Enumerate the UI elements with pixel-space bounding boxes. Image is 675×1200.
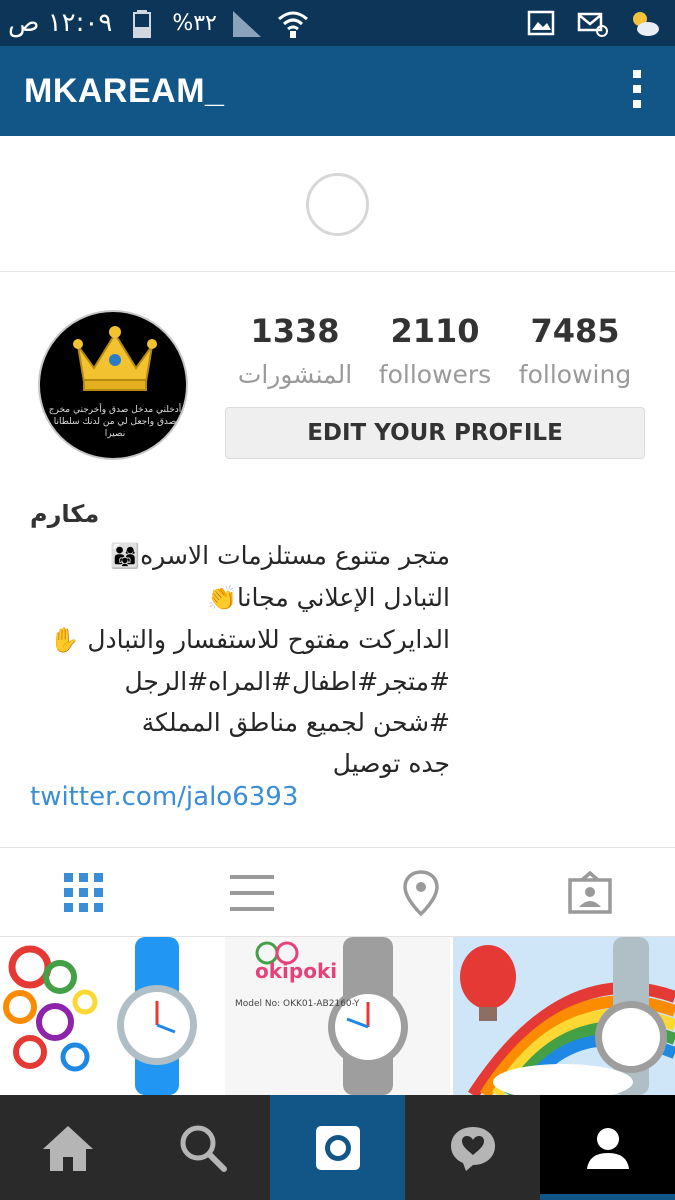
crown-icon	[73, 326, 157, 391]
photo-grid: okipoki Model No: OKK01-AB2160-Y	[0, 937, 675, 1095]
tab-location[interactable]	[337, 848, 505, 938]
status-bar-right	[525, 6, 661, 40]
loading-area	[0, 136, 675, 272]
photo-thumbnail[interactable]	[453, 937, 675, 1095]
active-tab-indicator	[540, 1194, 675, 1200]
grid-icon	[64, 873, 103, 912]
profile-stats: 1338 المنشورات 2110 followers 7485 follo…	[225, 312, 645, 402]
clap-emoji-icon: 👏	[207, 584, 237, 612]
bottom-navigation	[0, 1095, 675, 1200]
camera-icon	[315, 1125, 360, 1170]
home-icon	[42, 1125, 93, 1171]
app-bar: MKAREAM_	[0, 46, 675, 136]
followers-label: followers	[378, 360, 492, 389]
profile-bio: متجر متنوع مستلزمات الاسره👨‍👩‍👧 التبادل …	[30, 535, 450, 784]
gallery-icon	[527, 10, 555, 36]
bio-line: #متجر#اطفال#المراه#الرجل	[124, 667, 450, 696]
overflow-menu-icon[interactable]	[627, 70, 647, 112]
nav-activity[interactable]	[405, 1095, 540, 1200]
profile-icon	[586, 1127, 629, 1169]
email-notification-icon	[577, 12, 608, 37]
profile-tabs	[0, 847, 675, 937]
activity-icon	[450, 1126, 495, 1171]
photo-thumbnail[interactable]: okipoki Model No: OKK01-AB2160-Y	[225, 937, 450, 1095]
status-bar-left: ١٢:٠٩ ص %٣٢	[8, 6, 309, 40]
signal-icon	[232, 11, 261, 37]
list-icon	[230, 875, 274, 911]
bio-line: متجر متنوع مستلزمات الاسره👨‍👩‍👧	[110, 541, 450, 570]
avatar-caption: أدخلني مدخل صدق وأخرجني مخرج صدق واجعل ل…	[48, 405, 182, 439]
followers-count: 2110	[390, 312, 480, 350]
edit-profile-button[interactable]: EDIT YOUR PROFILE	[225, 407, 645, 459]
status-bar: ١٢:٠٩ ص %٣٢	[0, 0, 675, 46]
bio-line: #شحن لجميع مناطق المملكة	[141, 708, 450, 737]
tab-list[interactable]	[168, 848, 336, 938]
photo-thumbnail[interactable]	[0, 937, 222, 1095]
okipoki-brand: okipoki	[255, 959, 338, 983]
watch-rainbow-photo	[460, 937, 675, 1095]
hand-emoji-icon: ✋	[49, 626, 80, 654]
weather-icon	[633, 12, 659, 36]
posts-label: المنشورات	[237, 360, 353, 389]
nav-profile[interactable]	[540, 1095, 675, 1200]
nav-camera[interactable]	[270, 1095, 405, 1200]
battery-icon	[133, 10, 152, 38]
okipoki-model: Model No: OKK01-AB2160-Y	[235, 999, 360, 1009]
following-count: 7485	[530, 312, 620, 350]
profile-website-link[interactable]: twitter.com/jalo6393	[30, 782, 298, 812]
followers-stat[interactable]: 2110 followers	[365, 312, 505, 389]
profile-username-title: MKAREAM_	[24, 72, 225, 110]
location-icon	[403, 870, 439, 917]
watch-numbers-photo	[3, 937, 197, 1095]
search-icon	[180, 1125, 227, 1172]
nav-search[interactable]	[135, 1095, 270, 1200]
bio-line: التبادل الإعلاني مجانا👏	[207, 583, 450, 612]
tagged-icon	[568, 871, 612, 914]
nav-home[interactable]	[0, 1095, 135, 1200]
battery-percent: %٣٢	[172, 10, 217, 36]
tab-tagged[interactable]	[506, 848, 674, 938]
status-time: ١٢:٠٩ ص	[8, 8, 113, 38]
profile-name: مكارم	[30, 500, 100, 528]
bio-line: جده توصيل	[332, 749, 450, 778]
family-emoji-icon: 👨‍👩‍👧	[110, 542, 141, 570]
bio-line: الدايركت مفتوح للاستفسار والتبادل ✋	[49, 625, 450, 654]
tab-grid[interactable]	[0, 848, 168, 938]
following-stat[interactable]: 7485 following	[505, 312, 645, 389]
posts-stat[interactable]: 1338 المنشورات	[225, 312, 365, 389]
following-label: following	[518, 360, 632, 389]
loading-spinner-icon	[306, 173, 369, 236]
avatar[interactable]: أدخلني مدخل صدق وأخرجني مخرج صدق واجعل ل…	[38, 310, 188, 460]
wifi-icon	[277, 11, 308, 38]
posts-count: 1338	[250, 312, 340, 350]
